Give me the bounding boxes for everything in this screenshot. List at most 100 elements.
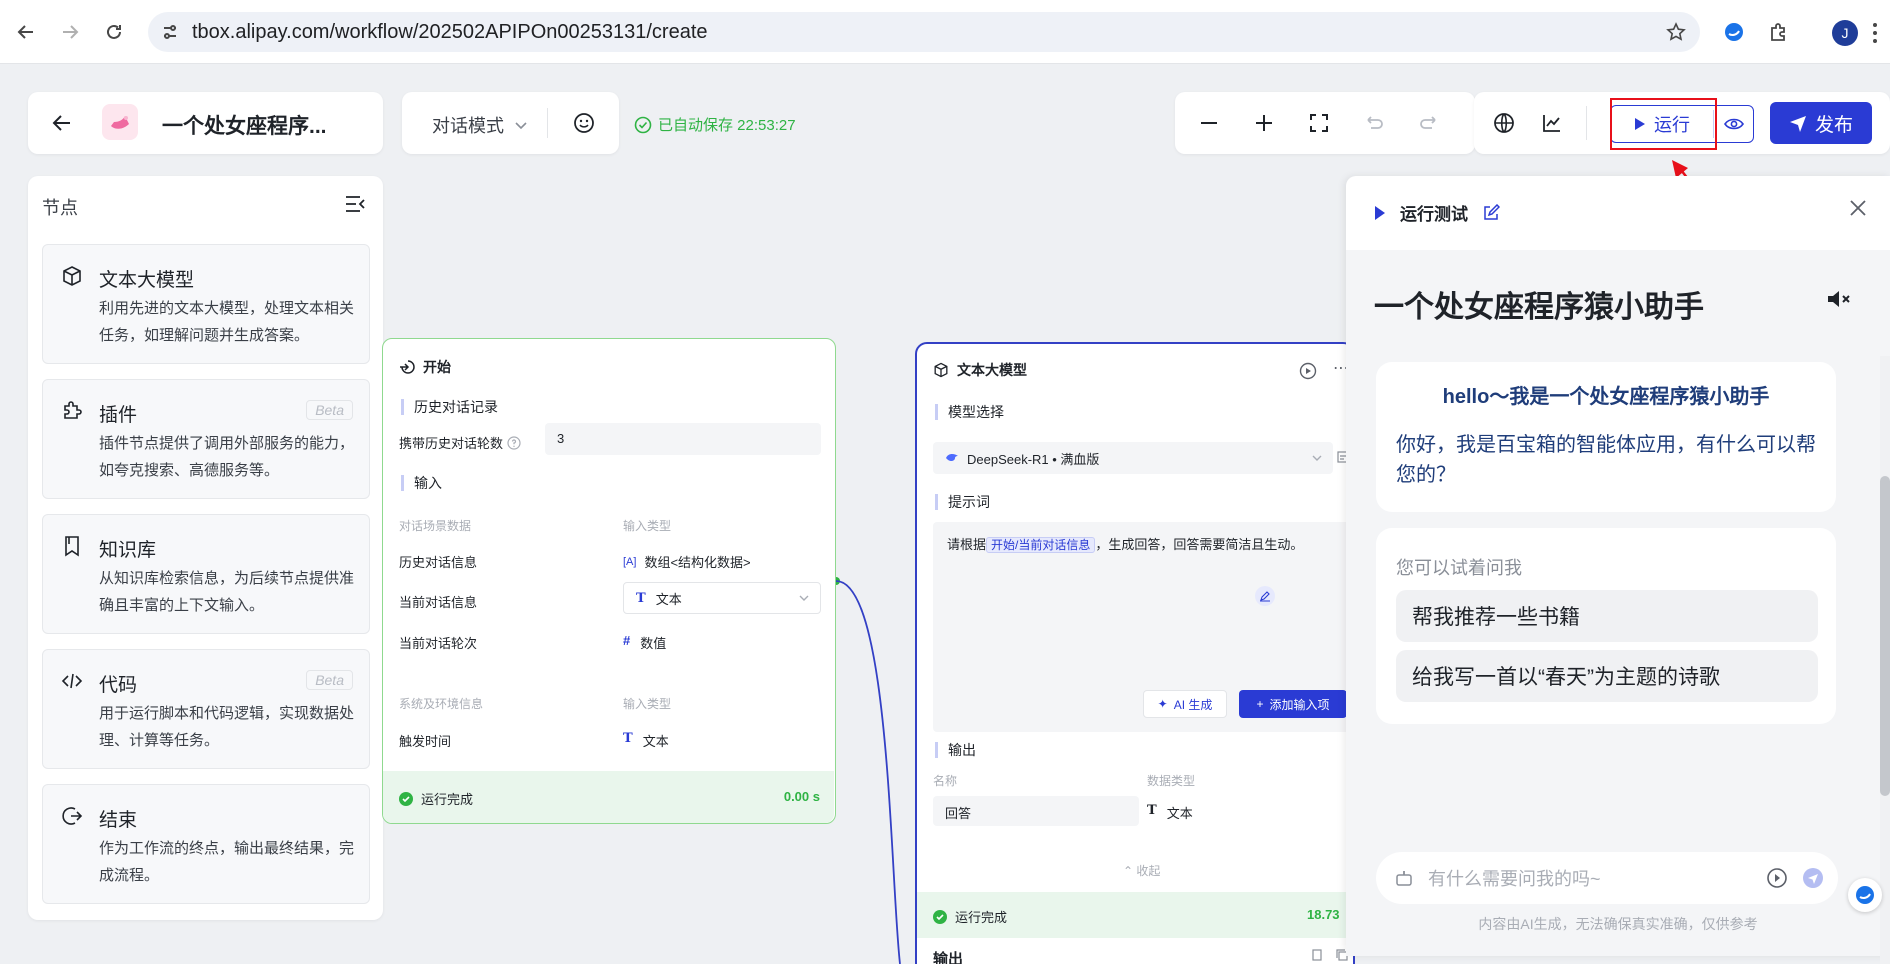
node-item-llm[interactable]: 文本大模型 利用先进的文本大模型，处理文本相关任务，如理解问题并生成答案。 [42, 244, 370, 364]
edit-icon[interactable] [1482, 203, 1500, 222]
cube-icon [63, 266, 81, 286]
greeting-body: 你好，我是百宝箱的智能体应用，有什么可以帮您的？ [1396, 434, 1816, 486]
mode-select[interactable]: 对话模式 [432, 112, 528, 138]
run-time: 0.00 s [783, 789, 820, 804]
section-label: 历史对话记录 [401, 399, 498, 415]
status-text: 运行完成 [421, 792, 474, 807]
column-header: 输入类型 [623, 519, 672, 533]
copy-icon[interactable] [1311, 948, 1325, 962]
zoom-out-icon[interactable] [1197, 111, 1221, 135]
greeting-title: hello～我是一个处女座程序猿小助手 [1442, 386, 1770, 408]
variable-tag[interactable]: 开始/当前对话信息 [986, 537, 1096, 553]
run-time: 18.73 [1307, 907, 1340, 922]
column-header: 对话场景数据 [399, 519, 472, 533]
suggestions-title: 您可以试着问我 [1396, 558, 1522, 578]
model-select[interactable]: DeepSeek-R1 • 满血版 [933, 442, 1333, 474]
fit-view-icon[interactable] [1307, 111, 1331, 135]
model-name: DeepSeek-R1 • 满血版 [967, 451, 1100, 467]
scrollbar-thumb[interactable] [1880, 476, 1890, 796]
node-item-end[interactable]: 结束 作为工作流的终点，输出最终结果，完成流程。 [42, 784, 370, 904]
column-header: 系统及环境信息 [399, 697, 484, 711]
bookmark-star-icon[interactable] [1666, 22, 1686, 42]
field-type-text: 数值 [640, 636, 667, 651]
node-item-code[interactable]: 代码 Beta 用于运行脚本和代码逻辑，实现数据处理、计算等任务。 [42, 649, 370, 769]
field-type: T 文本 [623, 731, 669, 750]
collapse-panel-icon[interactable] [344, 194, 366, 214]
browser-menu-icon[interactable] [1872, 22, 1878, 44]
start-node[interactable]: 开始 历史对话记录 携带历史对话轮数 3 输入 对话场景数据 输入类型 历史对话… [382, 338, 836, 824]
type-select-value: 文本 [655, 591, 682, 607]
start-node-title: 开始 [423, 359, 451, 375]
run-node-icon[interactable] [1299, 362, 1317, 380]
node-item-title: 结束 [99, 810, 138, 831]
chat-scrollbar[interactable] [1880, 356, 1890, 964]
text-type-icon: T [1147, 803, 1157, 818]
node-item-desc: 从知识库检索信息，为后续节点提供准确且丰富的上下文输入。 [99, 570, 355, 614]
zoom-in-icon[interactable] [1252, 111, 1276, 135]
back-icon[interactable] [50, 111, 74, 135]
extensions-puzzle-icon[interactable] [1760, 14, 1796, 50]
extension-blue-icon[interactable] [1716, 14, 1752, 50]
smile-icon[interactable] [572, 111, 596, 135]
prompt-editor[interactable]: 请根据 开始/当前对话信息 ，生成回答，回答需要简洁且生动。 ✦ AI 生成 + 添加输… [933, 522, 1357, 732]
chat-input-box[interactable]: 有什么需要问我的吗~ [1376, 852, 1838, 904]
section-label: 提示词 [935, 494, 990, 510]
disclaimer: 内容由AI生成，无法确保真实准确，仅供参考 [1478, 916, 1758, 932]
action-bar: 运行 发布 [1474, 92, 1890, 154]
llm-node-header: 文本大模型 [933, 360, 1027, 380]
app-logo-icon [102, 104, 138, 140]
history-rounds-input[interactable]: 3 [545, 423, 821, 455]
deepseek-whale-icon [946, 453, 958, 462]
send-icon [1789, 116, 1806, 132]
output-detail-title: 输出 [933, 951, 964, 964]
node-item-knowledge[interactable]: 知识库 从知识库检索信息，为后续节点提供准确且丰富的上下文输入。 [42, 514, 370, 634]
globe-icon[interactable] [1492, 111, 1516, 135]
analytics-chart-icon[interactable] [1540, 111, 1564, 135]
divider [547, 108, 548, 138]
check-circle-icon [399, 791, 413, 806]
sparkle-icon: ✦ [1157, 697, 1168, 711]
node-item-desc: 插件节点提供了调用外部服务的能力，如夸克搜索、高德服务等。 [99, 435, 355, 479]
history-rounds-text: 携带历史对话轮数 [399, 436, 504, 451]
voice-play-icon[interactable] [1766, 867, 1788, 889]
plus-icon: + [1256, 697, 1264, 711]
panel-header: 运行测试 [1374, 200, 1500, 225]
llm-node[interactable]: 文本大模型 ⋯ 模型选择 DeepSeek-R1 • 满血版 提示词 请根据 开始… [915, 342, 1357, 964]
chevron-up-icon: ⌃ [1123, 864, 1134, 878]
type-select[interactable]: T 文本 [623, 582, 821, 614]
canvas-toolbar [1175, 92, 1475, 154]
collapse-toggle[interactable]: ⌃ 收起 [1123, 862, 1160, 879]
section-label: 输出 [935, 742, 976, 758]
profile-avatar[interactable]: J [1832, 20, 1858, 46]
array-icon: [A] [623, 555, 637, 568]
preview-eye-icon[interactable] [1723, 114, 1745, 134]
chat-input-placeholder: 有什么需要问我的吗~ [1428, 869, 1601, 889]
mute-speaker-icon[interactable] [1826, 288, 1852, 310]
back-arrow-icon[interactable] [8, 14, 44, 50]
redo-icon[interactable] [1417, 111, 1441, 135]
send-icon[interactable] [1802, 867, 1824, 889]
start-icon [400, 360, 415, 374]
add-input-label: 添加输入项 [1269, 697, 1330, 712]
field-type-text: 文本 [642, 734, 669, 749]
app-title: 一个处女座程序... [162, 115, 327, 138]
node-item-plugin[interactable]: 插件 Beta 插件节点提供了调用外部服务的能力，如夸克搜索、高德服务等。 [42, 379, 370, 499]
reload-icon[interactable] [96, 14, 132, 50]
undo-icon[interactable] [1362, 111, 1386, 135]
address-bar[interactable]: tbox.alipay.com/workflow/202502APIPOn002… [148, 12, 1700, 52]
node-panel-title: 节点 [42, 198, 78, 218]
output-name-field[interactable]: 回答 [933, 796, 1139, 826]
assistant-float-icon[interactable] [1848, 878, 1882, 912]
suggestion-chip[interactable]: 帮我推荐一些书籍 [1396, 590, 1818, 642]
site-settings-icon[interactable] [148, 23, 192, 41]
forward-arrow-icon[interactable] [52, 14, 88, 50]
pen-edit-icon[interactable] [1255, 586, 1275, 606]
beta-badge: Beta [306, 400, 353, 420]
run-test-panel: 运行测试 一个处女座程序猿小助手 hello～我是一个处女座程序猿小助手 你好，… [1346, 176, 1890, 964]
field-type: # 数值 [623, 633, 666, 652]
suggestion-chip[interactable]: 给我写一首以“春天”为主题的诗歌 [1396, 650, 1818, 702]
publish-button[interactable]: 发布 [1770, 102, 1872, 144]
add-input-button[interactable]: + 添加输入项 [1239, 690, 1347, 718]
ai-generate-button[interactable]: ✦ AI 生成 [1143, 690, 1227, 718]
close-icon[interactable] [1848, 198, 1868, 218]
